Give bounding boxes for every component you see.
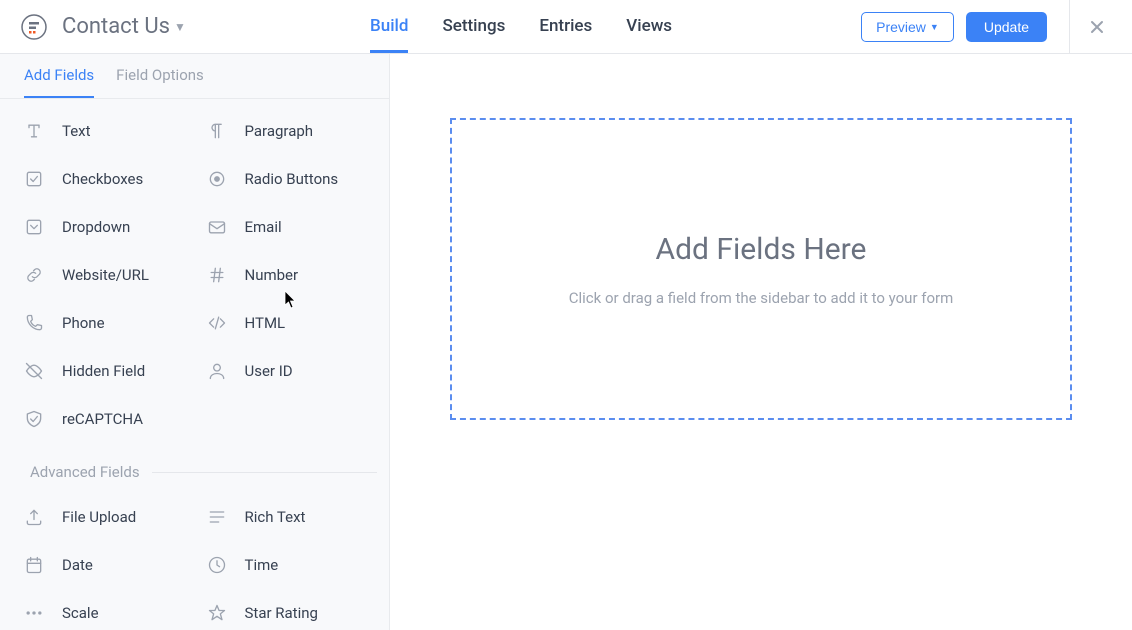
field-hidden[interactable]: Hidden Field [12, 347, 195, 395]
field-label: Time [245, 556, 279, 574]
app-header: Contact Us ▼ Build Settings Entries View… [0, 0, 1132, 54]
field-star[interactable]: Star Rating [195, 589, 378, 630]
caret-down-icon: ▼ [930, 22, 939, 32]
dropzone-title: Add Fields Here [656, 232, 867, 267]
logo-icon [21, 14, 47, 40]
checkbox-icon [22, 167, 46, 191]
basic-fields-grid: Text Paragraph Checkboxes Radio Buttons Drop… [0, 99, 389, 451]
code-icon [205, 311, 229, 335]
tab-views[interactable]: Views [626, 1, 672, 53]
richtext-icon [205, 505, 229, 529]
tab-build[interactable]: Build [370, 1, 408, 53]
field-user[interactable]: User ID [195, 347, 378, 395]
preview-button[interactable]: Preview ▼ [861, 12, 954, 42]
shield-icon [22, 407, 46, 431]
time-icon [205, 553, 229, 577]
hash-icon [205, 263, 229, 287]
field-label: Paragraph [245, 122, 314, 140]
field-date[interactable]: Date [12, 541, 195, 589]
field-text[interactable]: Text [12, 107, 195, 155]
field-label: Scale [62, 604, 99, 622]
field-hash[interactable]: Number [195, 251, 378, 299]
sidebar-tabs: Add Fields Field Options [0, 54, 389, 99]
tab-settings[interactable]: Settings [442, 1, 505, 53]
text-icon [22, 119, 46, 143]
paragraph-icon [205, 119, 229, 143]
field-email[interactable]: Email [195, 203, 378, 251]
field-label: Radio Buttons [245, 170, 339, 188]
preview-label: Preview [876, 19, 926, 35]
field-label: Date [62, 556, 93, 574]
star-icon [205, 601, 229, 625]
scale-icon [22, 601, 46, 625]
field-dropdown[interactable]: Dropdown [12, 203, 195, 251]
field-richtext[interactable]: Rich Text [195, 493, 378, 541]
field-label: Email [245, 218, 282, 236]
nav-tabs: Build Settings Entries Views [370, 1, 672, 53]
field-label: HTML [245, 314, 286, 332]
field-label: Phone [62, 314, 105, 332]
header-actions: Preview ▼ Update [861, 0, 1112, 54]
app-logo [20, 13, 48, 41]
dropzone[interactable]: Add Fields Here Click or drag a field fr… [450, 118, 1072, 420]
dropdown-icon [22, 215, 46, 239]
field-phone[interactable]: Phone [12, 299, 195, 347]
tab-entries[interactable]: Entries [539, 1, 592, 53]
field-label: File Upload [62, 508, 136, 526]
date-icon [22, 553, 46, 577]
field-label: Checkboxes [62, 170, 143, 188]
upload-icon [22, 505, 46, 529]
field-shield[interactable]: reCAPTCHA [12, 395, 195, 443]
vertical-divider [1069, 0, 1070, 54]
field-label: Website/URL [62, 266, 149, 284]
hidden-icon [22, 359, 46, 383]
advanced-fields-label: Advanced Fields [30, 463, 140, 481]
fields-sidebar: Add Fields Field Options Text Paragraph Ch… [0, 54, 390, 630]
field-label: Hidden Field [62, 362, 145, 380]
field-checkbox[interactable]: Checkboxes [12, 155, 195, 203]
advanced-fields-header: Advanced Fields [0, 451, 389, 485]
sidebar-tab-field-options[interactable]: Field Options [116, 66, 204, 98]
chevron-down-icon: ▼ [174, 20, 186, 34]
field-code[interactable]: HTML [195, 299, 378, 347]
field-label: Text [62, 122, 91, 140]
field-label: Rich Text [245, 508, 306, 526]
field-label: reCAPTCHA [62, 410, 143, 428]
form-title-selector[interactable]: Contact Us ▼ [62, 14, 186, 39]
sidebar-tab-add-fields[interactable]: Add Fields [24, 66, 94, 98]
field-link[interactable]: Website/URL [12, 251, 195, 299]
close-icon [1088, 18, 1106, 36]
update-button[interactable]: Update [966, 12, 1047, 42]
user-icon [205, 359, 229, 383]
dropzone-hint: Click or drag a field from the sidebar t… [569, 289, 954, 307]
field-paragraph[interactable]: Paragraph [195, 107, 378, 155]
advanced-fields-grid: File Upload Rich Text Date Time Scale Star Ra… [0, 485, 389, 630]
field-label: User ID [245, 362, 293, 380]
field-label: Number [245, 266, 299, 284]
radio-icon [205, 167, 229, 191]
link-icon [22, 263, 46, 287]
field-upload[interactable]: File Upload [12, 493, 195, 541]
field-label: Dropdown [62, 218, 130, 236]
form-title-text: Contact Us [62, 14, 170, 39]
field-radio[interactable]: Radio Buttons [195, 155, 378, 203]
form-canvas: Add Fields Here Click or drag a field fr… [390, 54, 1132, 630]
close-button[interactable] [1088, 18, 1112, 36]
field-label: Star Rating [245, 604, 318, 622]
phone-icon [22, 311, 46, 335]
field-scale[interactable]: Scale [12, 589, 195, 630]
email-icon [205, 215, 229, 239]
field-time[interactable]: Time [195, 541, 378, 589]
